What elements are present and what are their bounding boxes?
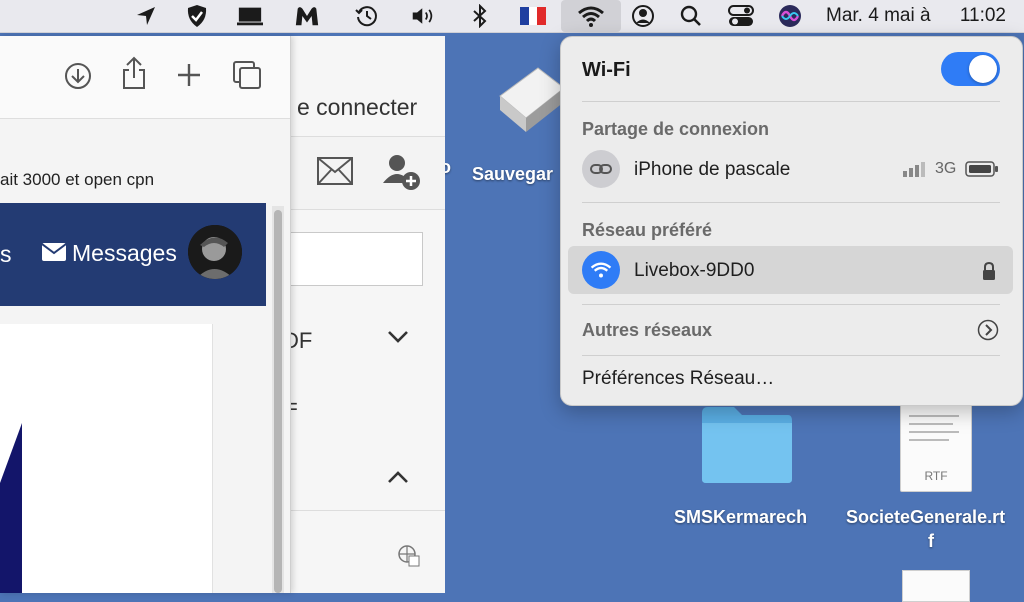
envelope-icon[interactable] [317,157,353,190]
rtf-document-icon[interactable]: RTF [900,402,972,492]
share-icon[interactable] [121,56,147,95]
new-tab-icon[interactable] [177,63,201,92]
menu-bar-clock[interactable]: 11:02 [960,5,1006,27]
signal-bars-icon [903,161,929,182]
french-flag-icon[interactable] [520,4,546,28]
user-account-icon[interactable] [630,4,656,28]
page-text: ait 3000 et open cpn [0,170,155,189]
scrollbar-thumb[interactable] [274,210,282,593]
toolbar [277,136,445,210]
network-type-label: 3G [935,160,957,177]
battery-icon [965,161,999,182]
wifi-dropdown-panel: Wi-Fi Partage de connexion iPhone de pas… [560,36,1023,406]
scrollbar[interactable] [272,206,284,593]
nav-link[interactable]: s [0,241,12,268]
rtf-document-icon[interactable] [902,570,970,602]
toggle-knob [969,55,997,83]
panel-title: Wi-Fi [582,59,631,81]
chevron-up-icon[interactable] [387,470,409,489]
browser-toolbar [0,36,290,119]
avatar[interactable] [188,225,242,279]
wifi-icon[interactable] [576,4,606,28]
globe-translate-icon[interactable] [397,544,421,573]
display-icon[interactable] [237,4,263,28]
wifi-network-icon [582,251,620,289]
window-title: e connecter [297,94,418,120]
volume-icon[interactable] [411,4,437,28]
messages-link[interactable]: Messages [41,240,177,267]
divider [582,101,1000,102]
divider [277,510,445,511]
chevron-right-circle-icon[interactable] [977,319,999,346]
desktop-item-label: f [928,531,934,551]
section-header-preferred: Réseau préféré [582,220,713,240]
security-check-icon[interactable] [184,4,210,28]
location-arrow-icon[interactable] [133,4,159,28]
envelope-icon [41,240,67,267]
other-networks-item[interactable]: Autres réseaux [582,320,712,341]
malwarebytes-icon[interactable] [294,4,320,28]
link-icon [582,150,620,188]
control-center-icon[interactable] [728,4,754,28]
download-icon[interactable] [64,62,92,95]
desktop-item-label: Sauvegar [472,164,554,184]
bluetooth-icon[interactable] [467,4,493,28]
preferred-network-name: Livebox-9DD0 [634,260,755,281]
siri-icon[interactable] [777,4,803,28]
menu-bar-date[interactable]: Mar. 4 mai à [826,5,931,27]
content-card [0,324,213,593]
tabs-overview-icon[interactable] [232,60,262,95]
network-preferences-item[interactable]: Préférences Réseau… [582,368,774,390]
divider [582,202,1000,203]
menu-bar: Mar. 4 mai à 11:02 [0,0,1024,33]
desktop-item-label: SocieteGenerale.rt [846,507,1006,527]
messages-label: Messages [72,240,177,266]
site-navbar: s Messages [0,203,266,306]
hotspot-network-item[interactable]: iPhone de pascale [634,159,790,181]
hard-drive-icon[interactable] [494,60,566,140]
divider [582,355,1000,356]
folder-icon[interactable] [700,405,794,485]
section-header-hotspot: Partage de connexion [582,119,770,139]
spotlight-search-icon[interactable] [678,4,704,28]
browser-window: ait 3000 et open cpn s Messages [0,36,291,593]
back-window: e connecter DF = [276,36,445,593]
time-machine-icon[interactable] [354,4,380,28]
chevron-down-icon[interactable] [387,330,409,349]
lock-icon [981,261,997,286]
text-field[interactable] [277,232,423,286]
add-contact-icon[interactable] [383,153,423,196]
card-graphic [0,423,22,593]
wifi-toggle[interactable] [941,52,1000,86]
file-type-badge: RTF [924,469,948,483]
divider [582,304,1000,305]
desktop-item-label: SMSKermarech [674,507,808,527]
